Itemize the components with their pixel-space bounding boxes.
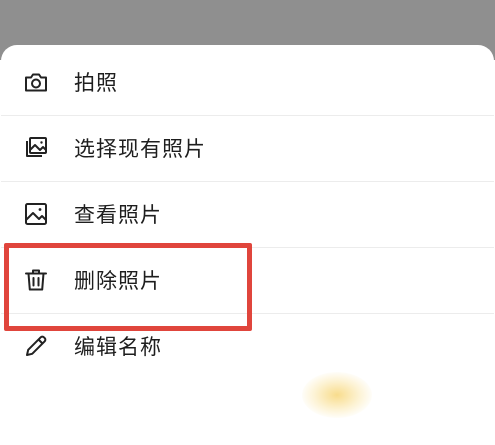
menu-item-label: 拍照	[74, 71, 118, 95]
menu-item-label: 删除照片	[74, 269, 162, 293]
photo-gallery-icon	[23, 135, 49, 161]
camera-icon	[23, 69, 49, 95]
action-sheet: 拍照 选择现有照片 查看照片 删除照片 编辑名称	[1, 45, 494, 445]
menu-item-label: 查看照片	[74, 203, 162, 227]
menu-item-label: 编辑名称	[74, 335, 162, 359]
menu-item-choose-photo[interactable]: 选择现有照片	[1, 115, 494, 181]
image-view-icon	[23, 201, 49, 227]
blurred-spot	[302, 372, 372, 418]
menu-item-delete-photo[interactable]: 删除照片	[1, 247, 494, 313]
menu-item-label: 选择现有照片	[74, 137, 206, 161]
menu-item-take-photo[interactable]: 拍照	[1, 49, 494, 115]
menu-item-edit-name[interactable]: 编辑名称	[1, 313, 494, 379]
action-menu: 拍照 选择现有照片 查看照片 删除照片 编辑名称	[1, 49, 494, 379]
trash-icon	[23, 267, 49, 293]
menu-item-view-photo[interactable]: 查看照片	[1, 181, 494, 247]
pencil-icon	[23, 333, 49, 359]
